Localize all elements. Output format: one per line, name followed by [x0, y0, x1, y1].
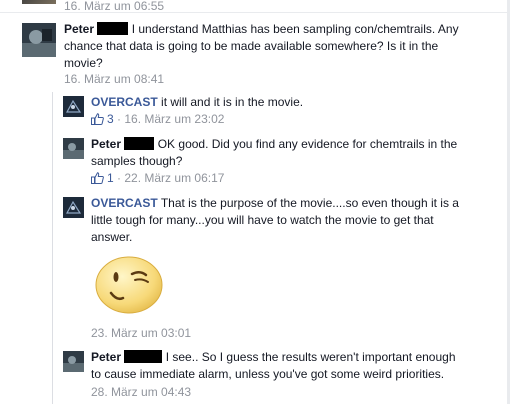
- like-count-button[interactable]: 1: [91, 171, 117, 185]
- meta-separator: ·: [117, 112, 122, 126]
- reply-body: Peter I see.. So I guess the results wer…: [91, 349, 491, 383]
- reply-text: answer.: [91, 230, 133, 244]
- redaction-bar: [124, 137, 155, 150]
- reply-thread-line: [52, 92, 53, 404]
- thumbs-up-icon: [91, 113, 104, 125]
- reply-timestamp[interactable]: 22. März um 06:17: [124, 171, 224, 185]
- overcast-logo-icon: [63, 96, 84, 117]
- avatar[interactable]: [22, 0, 56, 4]
- wink-face-icon: [95, 256, 163, 314]
- reply-text: to cause immediate alarm, unless you've …: [91, 367, 445, 381]
- comment-body: Peter I understand Matthias has been sam…: [64, 21, 494, 72]
- avatar[interactable]: [63, 138, 84, 159]
- reply-timestamp[interactable]: 28. März um 04:43: [91, 385, 191, 399]
- profile-photo-icon: [63, 138, 84, 159]
- reply-text: samples though?: [91, 154, 183, 168]
- comment-timestamp[interactable]: 16. März um 06:55: [64, 0, 164, 13]
- author-name[interactable]: OVERCAST: [91, 196, 158, 210]
- reply-timestamp[interactable]: 23. März um 03:01: [91, 326, 191, 340]
- reply-meta: 1 · 22. März um 06:17: [91, 171, 224, 185]
- overcast-logo-icon: [63, 197, 84, 218]
- reply-body: Peter OK good. Did you find any evidence…: [91, 136, 491, 170]
- comment-text: movie?: [64, 56, 103, 70]
- reply-timestamp[interactable]: 16. März um 23:02: [124, 112, 224, 126]
- wink-smiley-sticker[interactable]: [93, 251, 165, 315]
- profile-photo-icon: [22, 23, 56, 57]
- avatar[interactable]: [63, 351, 84, 372]
- profile-photo-icon: [63, 351, 84, 372]
- reply-text: I see.. So I guess the results weren't i…: [165, 350, 456, 364]
- reply-body: OVERCAST That is the purpose of the movi…: [91, 195, 491, 246]
- reply-text: it will and it is in the movie.: [161, 95, 304, 109]
- reply-text: That is the purpose of the movie....so e…: [160, 196, 459, 210]
- avatar[interactable]: [63, 197, 84, 218]
- reply-text: little tough for many...you will have to…: [91, 213, 434, 227]
- redaction-bar: [124, 350, 163, 363]
- thumbs-up-icon: [91, 172, 104, 184]
- avatar[interactable]: [22, 23, 56, 57]
- redaction-bar: [97, 22, 129, 35]
- like-count: 3: [107, 112, 114, 126]
- reply-body: OVERCAST it will and it is in the movie.: [91, 94, 491, 111]
- like-count: 1: [107, 171, 114, 185]
- author-name[interactable]: Peter: [91, 350, 121, 364]
- like-count-button[interactable]: 3: [91, 112, 117, 126]
- reply-text: OK good. Did you find any evidence for c…: [157, 137, 458, 151]
- comment-timestamp[interactable]: 16. März um 08:41: [64, 72, 164, 86]
- avatar[interactable]: [63, 96, 84, 117]
- author-name[interactable]: OVERCAST: [91, 95, 158, 109]
- author-name[interactable]: Peter: [91, 137, 121, 151]
- meta-separator: ·: [117, 171, 122, 185]
- comment-text: chance that data is going to be made ava…: [64, 39, 439, 53]
- comment-text: I understand Matthias has been sampling …: [131, 22, 459, 36]
- reply-meta: 3 · 16. März um 23:02: [91, 112, 224, 126]
- author-name[interactable]: Peter: [64, 22, 94, 36]
